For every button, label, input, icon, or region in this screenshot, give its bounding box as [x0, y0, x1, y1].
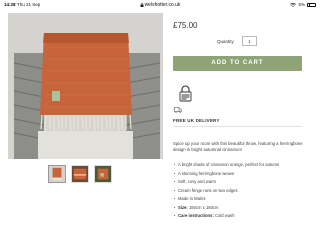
- thumbnail-3[interactable]: [94, 165, 112, 183]
- delivery-icon: [174, 107, 182, 113]
- product-price: £75.00: [173, 21, 198, 30]
- product-main-image[interactable]: [8, 13, 163, 159]
- battery-percent: 5%: [298, 2, 305, 7]
- product-description: Spice up your room with this beautiful t…: [173, 141, 303, 152]
- divider: [173, 126, 302, 127]
- address-url: welshotter.co.uk: [144, 2, 181, 8]
- lock-icon: [140, 2, 144, 7]
- feature-item: A bright shade of cinnamon orange, perfe…: [173, 162, 308, 171]
- sustainability-badge-icon: [179, 85, 192, 102]
- status-bar: 14:28 Thu 21 Sep welshotter.co.uk 5%: [0, 0, 320, 10]
- feature-item-care: Care instructions: Cold wash: [173, 213, 308, 222]
- free-delivery-label: FREE UK DELIVERY: [173, 118, 220, 123]
- feature-item: Soft, cosy and warm: [173, 179, 308, 188]
- battery-icon: [307, 2, 316, 7]
- feature-item: A stunning herringbone weave: [173, 171, 308, 180]
- feature-list: A bright shade of cinnamon orange, perfe…: [173, 162, 308, 222]
- feature-item: Made in Wales: [173, 196, 308, 205]
- add-to-cart-button[interactable]: ADD TO CART: [173, 56, 302, 71]
- feature-item-size: Size: 150cm x 180cm: [173, 205, 308, 214]
- thumbnail-2[interactable]: [71, 165, 89, 183]
- thumbnail-image: [49, 166, 65, 182]
- thumbnail-1[interactable]: [48, 165, 66, 183]
- quantity-label: Quantity: [217, 39, 234, 44]
- status-right: 5%: [290, 2, 316, 7]
- thumbnail-image: [95, 166, 111, 182]
- feature-item: Cream fringe runs on two edges: [173, 188, 308, 197]
- thumbnail-strip: [48, 165, 112, 183]
- quantity-input[interactable]: 1: [242, 36, 257, 46]
- address-bar[interactable]: welshotter.co.uk: [0, 2, 320, 8]
- throw-on-chair-image: [8, 13, 163, 159]
- thumbnail-image: [72, 166, 88, 182]
- wifi-icon: [290, 2, 297, 7]
